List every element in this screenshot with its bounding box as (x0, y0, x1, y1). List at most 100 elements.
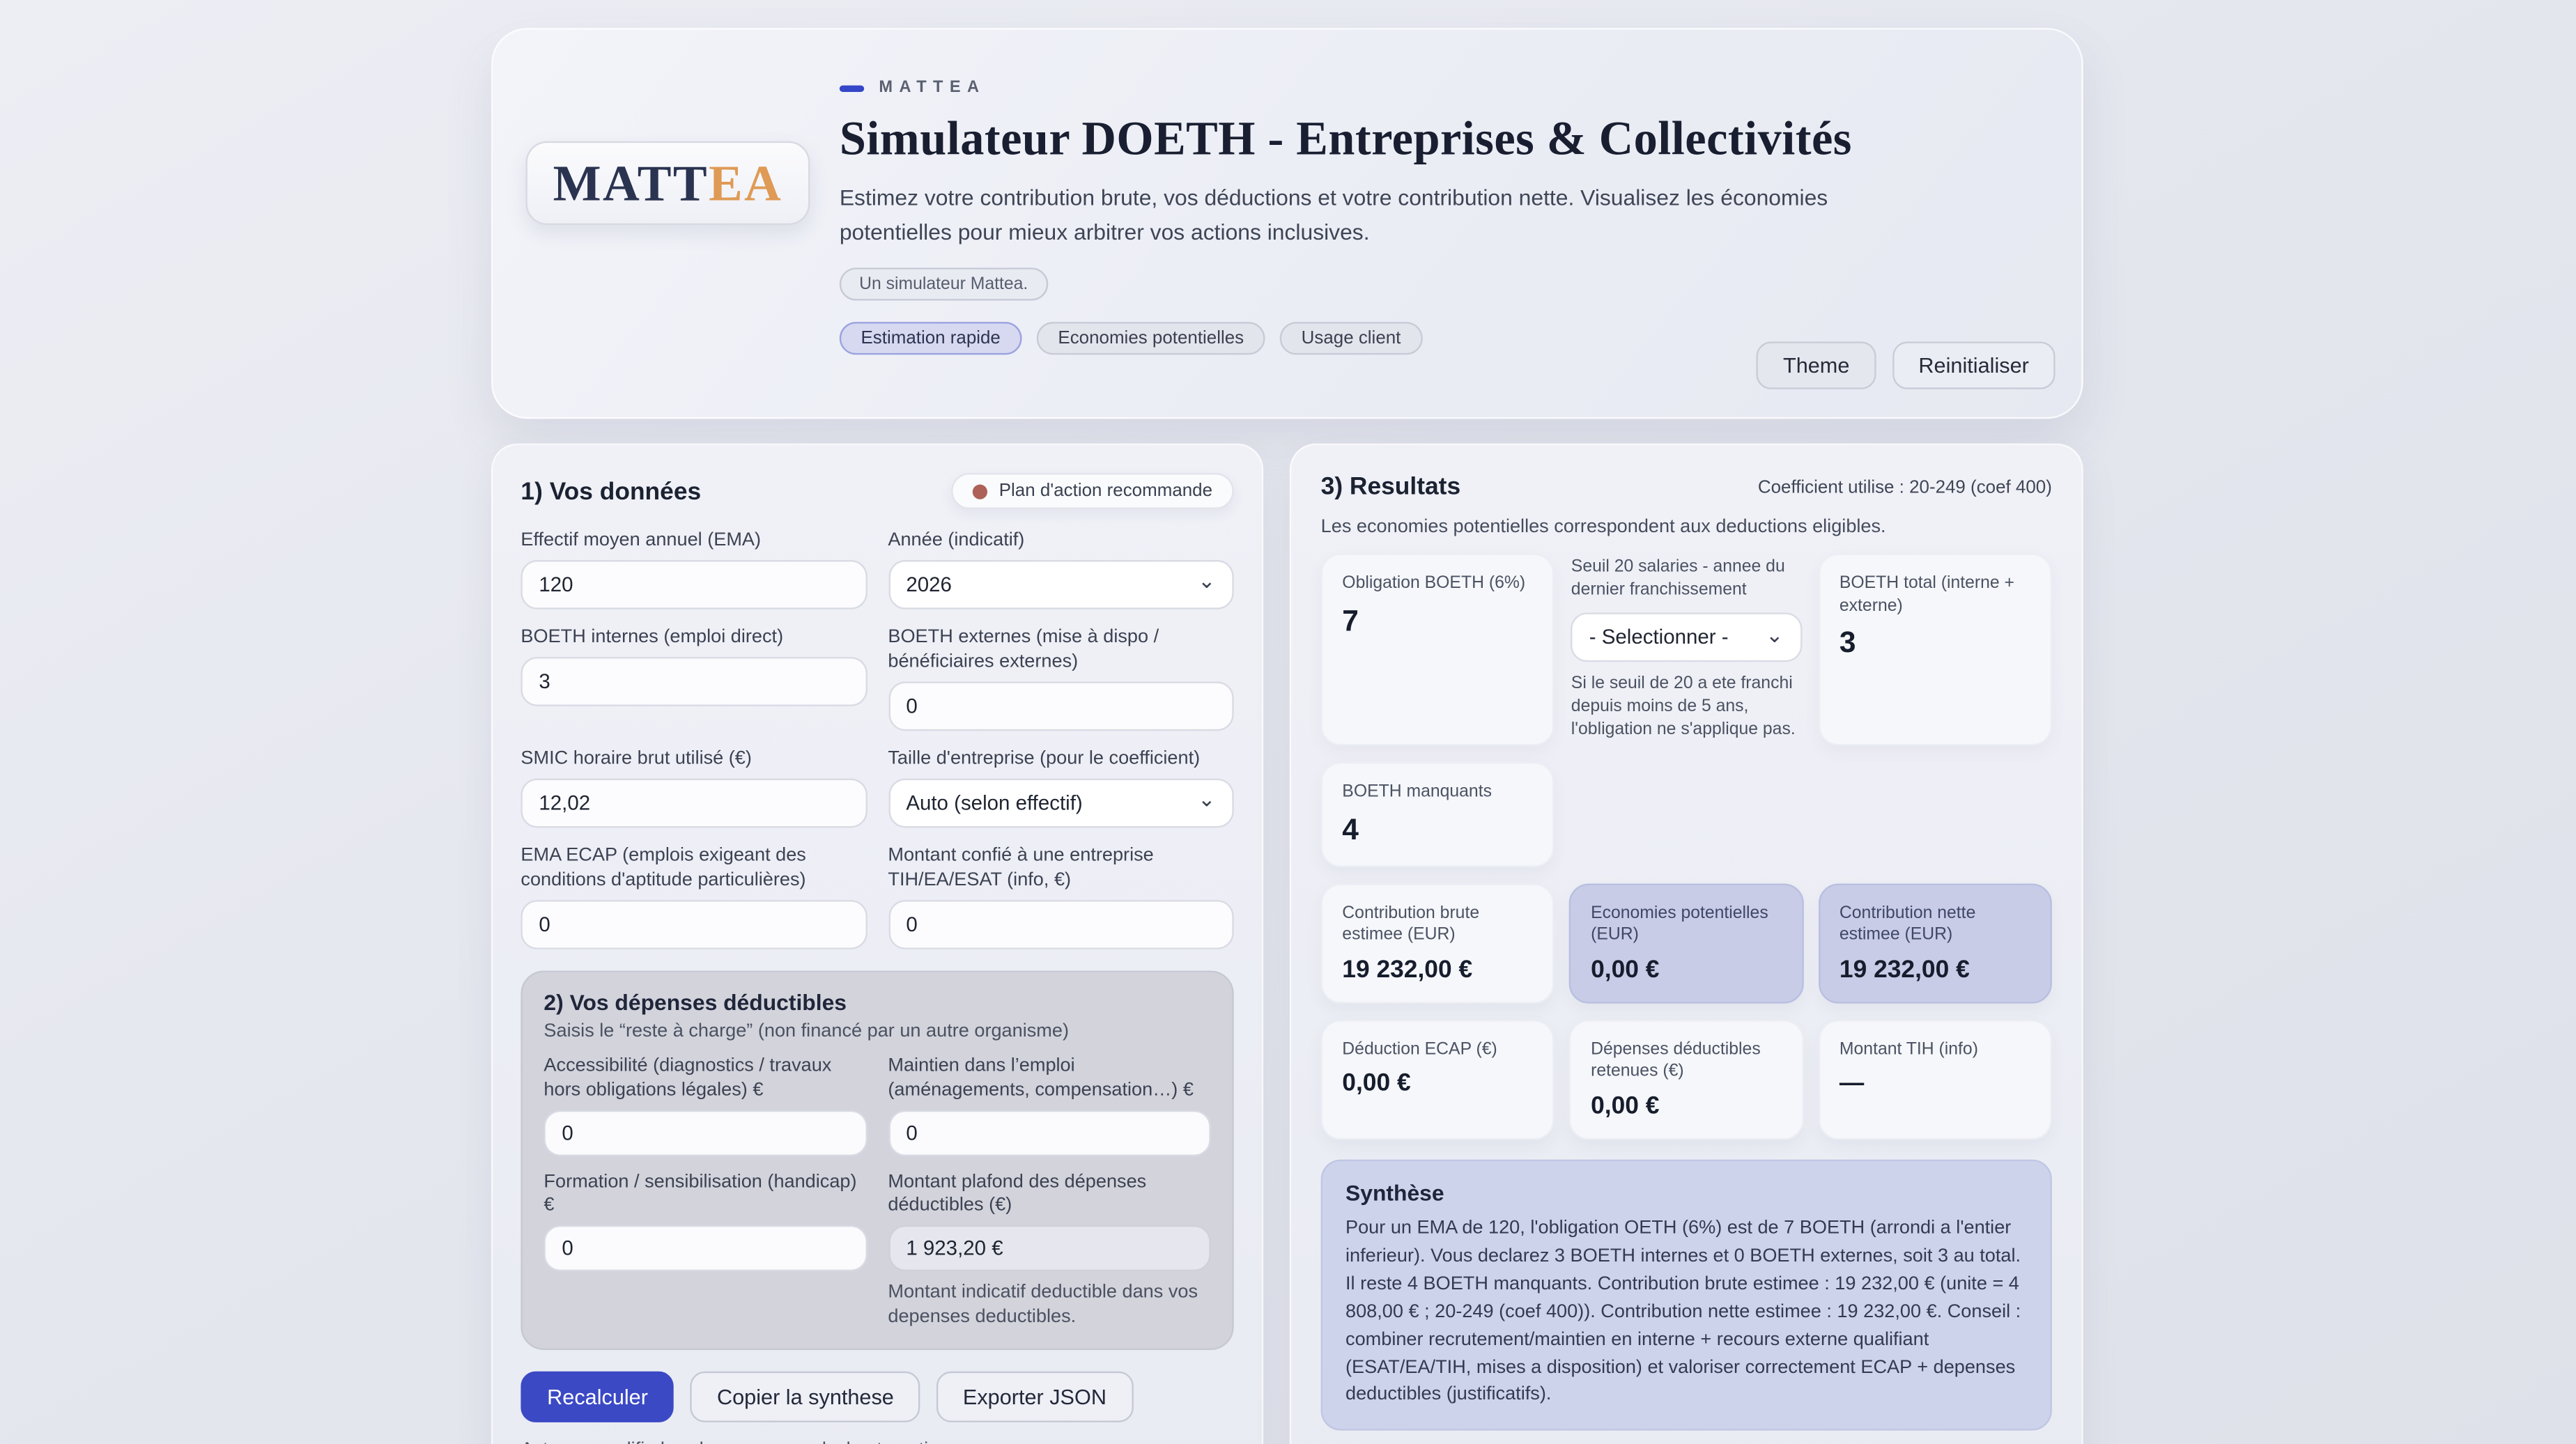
reset-button[interactable]: Reinitialiser (1892, 341, 2056, 389)
chip-usage-client[interactable]: Usage client (1280, 322, 1422, 355)
header-card: MATTEA MATTEA Simulateur DOETH - Entrepr… (491, 28, 2083, 419)
brand-eyebrow: MATTEA (840, 79, 1924, 97)
chevron-down-icon: ⌄ (1198, 789, 1216, 810)
result-card-tih-info-value: — (1840, 1070, 2030, 1098)
status-dot-icon (973, 483, 987, 498)
expenses-title: 2) Vos dépenses déductibles (543, 990, 1210, 1014)
chevron-down-icon: ⌄ (1198, 570, 1216, 592)
copy-synthesis-button[interactable]: Copier la synthese (691, 1372, 920, 1422)
form-panel-head: 1) Vos données Plan d'action recommande (520, 473, 1233, 509)
result-card-brute: Contribution brute estimee (EUR) 19 232,… (1321, 883, 1555, 1003)
page-title: Simulateur DOETH - Entreprises & Collect… (840, 114, 1924, 168)
result-card-obligation: Obligation BOETH (6%) 7 (1321, 554, 1555, 746)
results-row-3: Contribution brute estimee (EUR) 19 232,… (1321, 883, 2052, 1003)
seuil-label: Seuil 20 salaries - annee du dernier fra… (1571, 557, 1802, 601)
field-plafond: Montant plafond des dépenses déductibles… (888, 1170, 1210, 1330)
result-card-nette-label: Contribution nette estimee (EUR) (1840, 903, 2030, 947)
boeth-internes-input[interactable] (520, 657, 866, 706)
field-formation: Formation / sensibilisation (handicap) € (543, 1170, 866, 1330)
header-text-block: MATTEA Simulateur DOETH - Entreprises & … (840, 79, 1924, 355)
taille-select[interactable]: Auto (selon effectif) ⌄ (888, 778, 1233, 828)
result-card-economies-label: Economies potentielles (EUR) (1591, 903, 1782, 947)
result-card-deduction-ecap-label: Déduction ECAP (€) (1342, 1039, 1533, 1062)
field-ecap: EMA ECAP (emplois exigeant des condition… (520, 844, 866, 949)
field-boeth-externes-label: BOETH externes (mise à dispo / bénéficia… (888, 626, 1233, 674)
export-json-button[interactable]: Exporter JSON (936, 1372, 1133, 1422)
field-boeth-internes: BOETH internes (emploi direct) (520, 626, 866, 731)
expenses-grid: Accessibilité (diagnostics / travaux hor… (543, 1054, 1210, 1331)
brand-name: MATTEA (879, 79, 985, 97)
field-tih-label: Montant confié à une entreprise TIH/EA/E… (888, 844, 1233, 892)
ecap-input[interactable] (520, 899, 866, 949)
result-card-tih-info-label: Montant TIH (info) (1840, 1039, 2030, 1062)
results-panel: 3) Resultats Coefficient utilise : 20-24… (1290, 444, 2083, 1444)
field-plafond-label: Montant plafond des dépenses déductibles… (888, 1170, 1210, 1219)
plan-action-badge-label: Plan d'action recommande (999, 481, 1212, 501)
seuil-select[interactable]: - Selectionner - ⌄ (1571, 613, 1802, 662)
results-row-2: BOETH manquants 4 (1321, 762, 2052, 867)
smic-input[interactable] (520, 778, 866, 828)
field-maintien: Maintien dans l’emploi (aménagements, co… (888, 1054, 1210, 1156)
field-boeth-externes: BOETH externes (mise à dispo / bénéficia… (888, 626, 1233, 731)
expenses-card: 2) Vos dépenses déductibles Saisis le “r… (520, 970, 1233, 1351)
results-panel-title: 3) Resultats (1321, 473, 1460, 501)
form-panel: 1) Vos données Plan d'action recommande … (491, 444, 1263, 1444)
field-tih: Montant confié à une entreprise TIH/EA/E… (888, 844, 1233, 949)
field-accessibilite: Accessibilité (diagnostics / travaux hor… (543, 1054, 866, 1156)
result-card-obligation-label: Obligation BOETH (6%) (1342, 573, 1533, 596)
formation-input[interactable] (543, 1226, 866, 1272)
maintien-input[interactable] (888, 1110, 1210, 1156)
taille-select-value: Auto (selon effectif) (906, 791, 1082, 814)
result-card-boeth-total-label: BOETH total (interne + externe) (1840, 573, 2030, 618)
result-card-deduction-ecap: Déduction ECAP (€) 0,00 € (1321, 1020, 1555, 1140)
ema-input[interactable] (520, 560, 866, 610)
result-card-boeth-total-value: 3 (1840, 626, 2030, 661)
results-row-1: Obligation BOETH (6%) 7 Seuil 20 salarie… (1321, 554, 2052, 746)
seuil-select-value: - Selectionner - (1589, 626, 1729, 649)
annee-select-value: 2026 (906, 573, 952, 596)
field-ecap-label: EMA ECAP (emplois exigeant des condition… (520, 844, 866, 892)
form-panel-title: 1) Vos données (520, 477, 701, 505)
brand-dash-icon (840, 84, 864, 91)
seuil-cell: Seuil 20 salaries - annee du dernier fra… (1569, 554, 1803, 746)
results-panel-head: 3) Resultats Coefficient utilise : 20-24… (1321, 473, 2052, 501)
results-row-4: Déduction ECAP (€) 0,00 € Dépenses déduc… (1321, 1020, 2052, 1140)
accessibilite-input[interactable] (543, 1110, 866, 1156)
annee-select[interactable]: 2026 ⌄ (888, 560, 1233, 610)
chevron-down-icon: ⌄ (1766, 623, 1784, 645)
result-card-economies-value: 0,00 € (1591, 956, 1782, 984)
simulator-badge: Un simulateur Mattea. (840, 267, 1048, 300)
result-card-brute-value: 19 232,00 € (1342, 956, 1533, 984)
page: MATTEA MATTEA Simulateur DOETH - Entrepr… (0, 0, 2576, 1444)
chip-estimation-rapide[interactable]: Estimation rapide (840, 322, 1022, 355)
result-card-manquants: BOETH manquants 4 (1321, 762, 1555, 867)
plafond-hint: Montant indicatif deductible dans vos de… (888, 1282, 1210, 1330)
result-card-boeth-total: BOETH total (interne + externe) 3 (1818, 554, 2052, 746)
seuil-hint: Si le seuil de 20 a ete franchi depuis m… (1571, 674, 1802, 742)
result-card-depenses-retenues: Dépenses déductibles retenues (€) 0,00 € (1569, 1020, 1803, 1140)
results-note: Les economies potentielles correspondent… (1321, 518, 2052, 537)
plan-action-badge: Plan d'action recommande (951, 473, 1233, 509)
result-card-brute-label: Contribution brute estimee (EUR) (1342, 903, 1533, 947)
plafond-input[interactable] (888, 1226, 1210, 1272)
field-annee-label: Année (indicatif) (888, 529, 1233, 553)
synthese-text: Pour un EMA de 120, l'obligation OETH (6… (1345, 1216, 2027, 1410)
field-annee: Année (indicatif) 2026 ⌄ (888, 529, 1233, 609)
boeth-externes-input[interactable] (888, 681, 1233, 731)
tip-text: Astuce : modifie les champs → recalcul a… (520, 1441, 1233, 1444)
chip-economies-potentielles[interactable]: Economies potentielles (1037, 322, 1265, 355)
recalculate-button[interactable]: Recalculer (520, 1372, 674, 1422)
field-smic-label: SMIC horaire brut utilisé (€) (520, 747, 866, 771)
field-accessibilite-label: Accessibilité (diagnostics / travaux hor… (543, 1054, 866, 1103)
field-maintien-label: Maintien dans l’emploi (aménagements, co… (888, 1054, 1210, 1103)
theme-button[interactable]: Theme (1757, 341, 1876, 389)
field-taille-label: Taille d'entreprise (pour le coefficient… (888, 747, 1233, 771)
form-grid: Effectif moyen annuel (EMA) Année (indic… (520, 529, 1233, 949)
result-card-manquants-label: BOETH manquants (1342, 782, 1533, 804)
tih-input[interactable] (888, 899, 1233, 949)
page-subtitle: Estimez votre contribution brute, vos dé… (840, 183, 1878, 251)
result-card-nette: Contribution nette estimee (EUR) 19 232,… (1818, 883, 2052, 1003)
result-card-manquants-value: 4 (1342, 812, 1533, 847)
result-card-nette-value: 19 232,00 € (1840, 956, 2030, 984)
coefficient-note: Coefficient utilise : 20-249 (coef 400) (1758, 477, 2052, 497)
